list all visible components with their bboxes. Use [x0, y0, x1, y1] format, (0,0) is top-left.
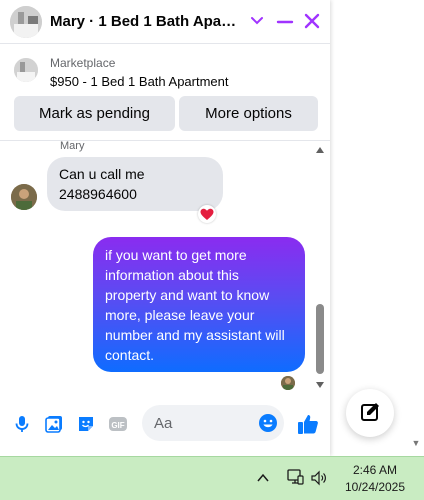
clock-time[interactable]: 2:46 AM — [340, 463, 410, 477]
incoming-message-line: Can u call me — [59, 166, 145, 182]
background-page — [330, 0, 424, 456]
listing-summary[interactable]: Marketplace $950 - 1 Bed 1 Bath Apartmen… — [0, 48, 330, 92]
mark-as-pending-button[interactable]: Mark as pending — [14, 96, 175, 131]
incoming-phone-number: 2488964600 — [59, 186, 137, 202]
incoming-message[interactable]: Can u call me 2488964600 — [47, 157, 223, 211]
sender-name: Mary — [60, 140, 85, 152]
svg-text:GIF: GIF — [111, 421, 124, 430]
page-scroll-down-arrow[interactable]: ▼ — [410, 438, 422, 450]
chat-window: Mary · 1 Bed 1 Bath Apart... Marketplace… — [0, 0, 330, 456]
gif-icon[interactable]: GIF — [108, 414, 128, 434]
volume-icon[interactable] — [310, 469, 328, 487]
more-options-button[interactable]: More options — [179, 96, 318, 131]
close-icon[interactable] — [302, 11, 322, 31]
listing-title: $950 - 1 Bed 1 Bath Apartment — [50, 74, 229, 89]
scroll-up-arrow[interactable] — [316, 147, 324, 153]
seen-indicator-avatar — [281, 376, 295, 390]
chevron-down-icon[interactable] — [248, 12, 266, 30]
sticker-icon[interactable] — [76, 414, 96, 434]
message-input[interactable] — [154, 413, 254, 433]
new-message-button[interactable] — [346, 389, 394, 437]
listing-thumbnail — [14, 58, 38, 82]
scroll-down-arrow[interactable] — [316, 382, 324, 388]
show-hidden-icons-chevron-icon[interactable] — [256, 471, 270, 485]
minimize-icon[interactable] — [275, 12, 295, 32]
sender-avatar[interactable] — [11, 184, 37, 210]
outgoing-message[interactable]: if you want to get more information abou… — [93, 237, 305, 372]
message-list: Mary Can u call me 2488964600 if you wan… — [0, 140, 330, 392]
clock-date[interactable]: 10/24/2025 — [340, 480, 410, 494]
heart-reaction-icon[interactable] — [198, 205, 216, 223]
compose-icon — [361, 403, 379, 421]
listing-source: Marketplace — [50, 56, 116, 70]
message-scrollbar[interactable] — [313, 144, 327, 390]
thumbs-up-icon[interactable] — [296, 412, 320, 436]
conversation-avatar[interactable] — [10, 6, 42, 38]
message-input-container — [142, 405, 284, 441]
network-icon[interactable] — [286, 468, 304, 486]
message-composer: GIF — [0, 400, 330, 448]
microphone-icon[interactable] — [12, 414, 32, 434]
emoji-icon[interactable] — [258, 413, 278, 433]
photo-icon[interactable] — [44, 414, 64, 434]
chat-header: Mary · 1 Bed 1 Bath Apart... — [0, 0, 330, 44]
taskbar: 2:46 AM 10/24/2025 — [0, 456, 424, 500]
scrollbar-thumb[interactable] — [316, 304, 324, 374]
conversation-title[interactable]: Mary · 1 Bed 1 Bath Apart... — [50, 13, 240, 30]
